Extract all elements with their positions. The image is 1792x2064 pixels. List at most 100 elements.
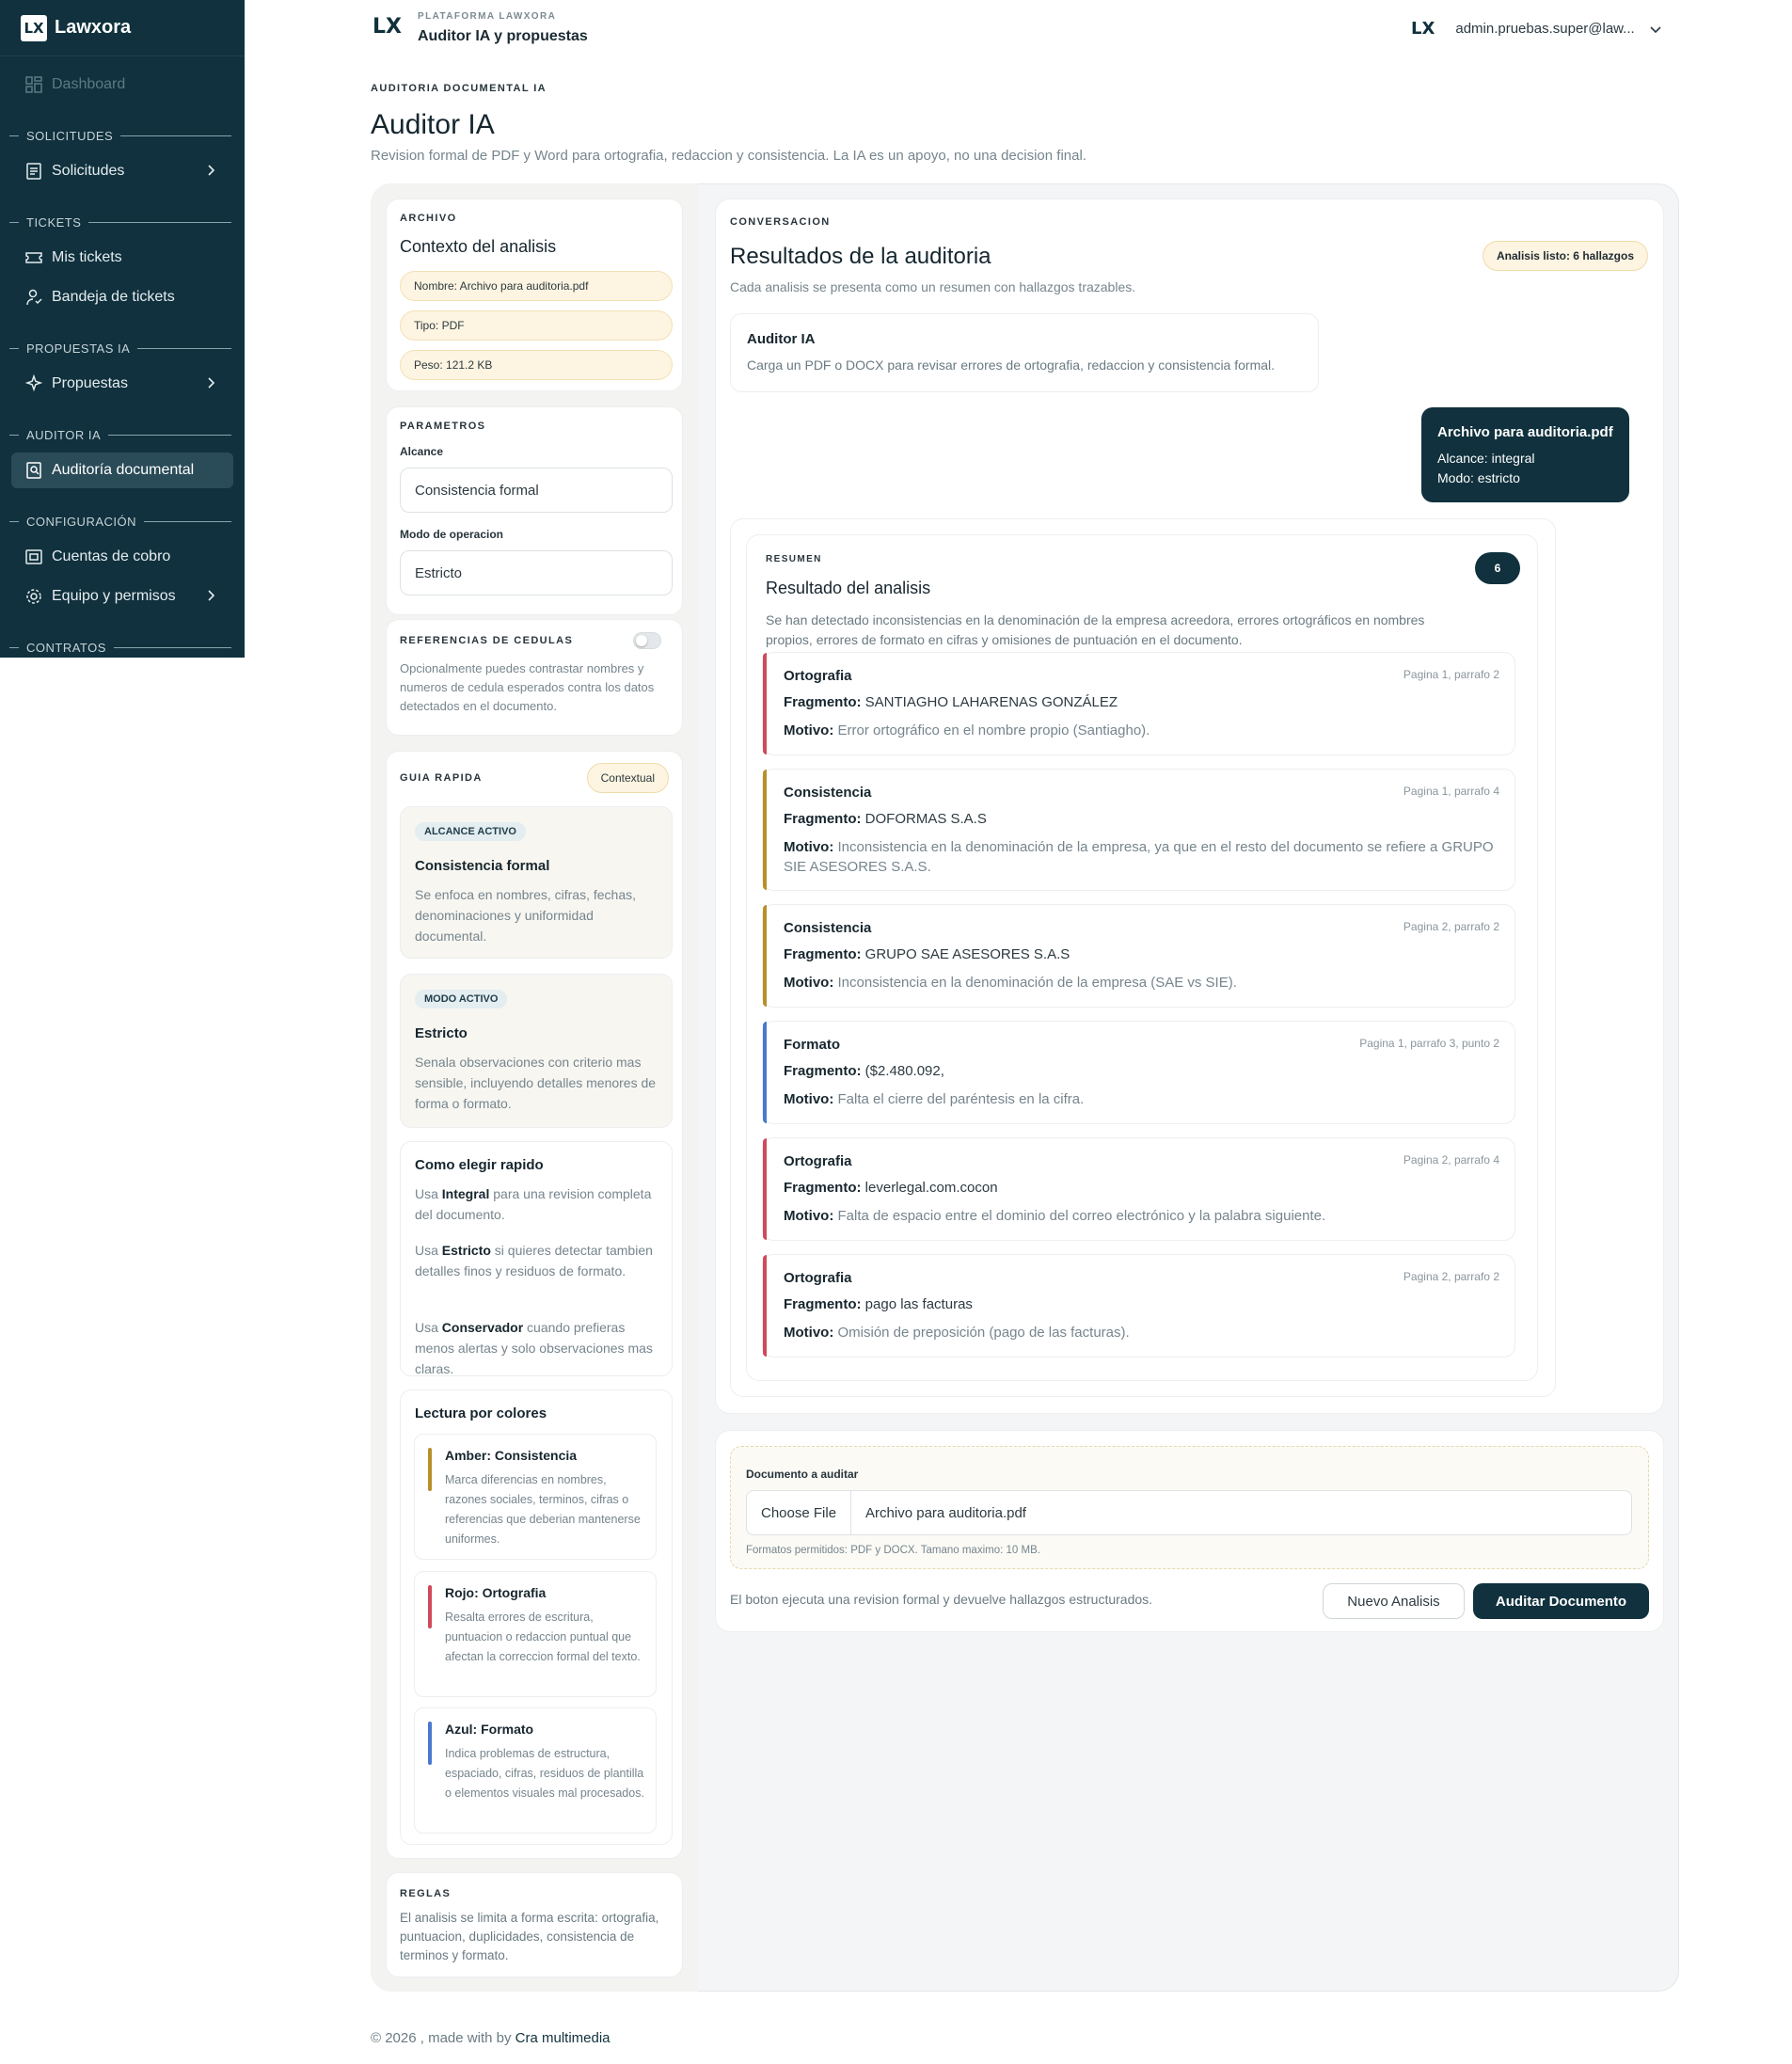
chevron-right-icon — [208, 165, 215, 176]
modo-activo-text: Senala observaciones con criterio mas se… — [415, 1055, 657, 1111]
azul-text: Indica problemas de estructura, espaciad… — [445, 1747, 644, 1800]
finding-card: Consistencia Pagina 2, parrafo 2 Fragmento… — [762, 904, 1515, 1008]
choose-file-button[interactable]: Choose File — [747, 1491, 852, 1534]
user-menu[interactable]: LX admin.pruebas.super@law... — [1411, 19, 1663, 39]
upload-dropzone[interactable]: Documento a auditar Choose File Archivo … — [730, 1446, 1649, 1569]
sidebar-item-label: Propuestas — [52, 375, 128, 391]
sidebar-item-mis-tickets[interactable]: Mis tickets — [11, 240, 233, 276]
finding-reason: Motivo: Inconsistencia en la denominació… — [784, 839, 1494, 875]
user-message: Archivo para auditoria.pdf Alcance: inte… — [1421, 407, 1629, 502]
chevron-down-icon — [1650, 25, 1661, 33]
alcance-select[interactable]: Consistencia formal — [400, 468, 673, 513]
resumen-card: RESUMEN Resultado del analisis 6 Se han … — [746, 534, 1538, 1381]
user-alcance: Alcance: integral — [1437, 451, 1535, 466]
sidebar-item-label: Solicitudes — [52, 163, 125, 179]
finding-color-bar — [763, 1255, 767, 1357]
user-email: admin.pruebas.super@law... — [1455, 21, 1635, 37]
document-search-icon — [26, 462, 41, 479]
finding-fragment: Fragmento: DOFORMAS S.A.S — [784, 811, 987, 827]
sidebar-item-propuestas[interactable]: Propuestas — [11, 366, 233, 402]
brand-logo-icon: LX — [21, 14, 47, 41]
reglas-card: REGLAS El analisis se limita a forma esc… — [386, 1872, 683, 1977]
sparkle-icon — [24, 374, 43, 392]
bot-name: Auditor IA — [747, 331, 816, 347]
finding-color-bar — [763, 905, 767, 1007]
sidebar-item-cuentas[interactable]: Cuentas de cobro — [11, 539, 233, 575]
como-elegir-title: Como elegir rapido — [415, 1157, 544, 1173]
finding-card: Consistencia Pagina 1, parrafo 4 Fragmento… — [762, 769, 1515, 891]
dashboard-icon — [25, 76, 42, 93]
modo-activo-card: MODO ACTIVO Estricto Senala observacione… — [400, 974, 673, 1128]
sidebar-item-label: Cuentas de cobro — [52, 548, 171, 564]
sidebar-item-auditoria[interactable]: Auditoría documental — [11, 452, 233, 488]
resumen-wrapper: RESUMEN Resultado del analisis 6 Se han … — [730, 518, 1556, 1397]
color-card-rojo: Rojo: Ortografia Resalta errores de escr… — [414, 1571, 657, 1697]
file-name-chip: Nombre: Archivo para auditoria.pdf — [400, 271, 673, 301]
guia-kicker: GUIA RAPIDA — [400, 772, 483, 784]
lectura-colores-card: Lectura por colores Amber: Consistencia … — [400, 1389, 673, 1845]
finding-page: Pagina 2, parrafo 2 — [1403, 1270, 1499, 1283]
amber-text: Marca diferencias en nombres, razones so… — [445, 1473, 641, 1546]
modo-select[interactable]: Estricto — [400, 550, 673, 595]
footer-link[interactable]: Cra multimedia — [515, 2030, 611, 2046]
app-logo-icon: LX — [373, 15, 402, 39]
sidebar-item-dashboard[interactable]: Dashboard — [11, 67, 233, 103]
upload-card: Documento a auditar Choose File Archivo … — [715, 1430, 1664, 1632]
sidebar-item-solicitudes[interactable]: Solicitudes — [11, 153, 233, 189]
finding-card: Ortografia Pagina 2, parrafo 2 Fragmento: … — [762, 1254, 1515, 1357]
sidebar-item-bandeja[interactable]: Bandeja de tickets — [11, 279, 233, 315]
modo-activo-title: Estricto — [415, 1025, 468, 1041]
finding-page: Pagina 1, parrafo 2 — [1403, 668, 1499, 681]
file-input[interactable]: Choose File Archivo para auditoria.pdf — [746, 1490, 1632, 1535]
sidebar-item-label: Auditoría documental — [52, 462, 195, 478]
section-contratos: CONTRATOS — [9, 641, 231, 655]
amber-title: Amber: Consistencia — [445, 1448, 578, 1463]
brand-name: Lawxora — [55, 17, 132, 38]
finding-card: Ortografia Pagina 1, parrafo 2 Fragmento: … — [762, 652, 1515, 755]
sidebar-item-label: Dashboard — [52, 76, 126, 92]
header-kicker: PLATAFORMA LAWXORA — [418, 11, 557, 22]
sidebar-item-equipo[interactable]: Equipo y permisos — [11, 579, 233, 614]
archivo-kicker: ARCHIVO — [400, 213, 457, 224]
finding-reason: Motivo: Omisión de preposición (pago de … — [784, 1325, 1130, 1341]
gear-icon — [26, 589, 41, 604]
color-card-amber: Amber: Consistencia Marca diferencias en… — [414, 1434, 657, 1560]
finding-page: Pagina 1, parrafo 3, punto 2 — [1359, 1037, 1499, 1050]
finding-type: Ortografia — [784, 1153, 852, 1169]
conversacion-subtitle: Cada analisis se presenta como un resume… — [730, 279, 1136, 294]
modo-label: Modo de operacion — [400, 528, 504, 541]
sidebar-item-label: Bandeja de tickets — [52, 289, 175, 305]
rojo-text: Resalta errores de escritura, puntuacion… — [445, 1611, 641, 1663]
modo-activo-badge: MODO ACTIVO — [415, 990, 508, 1008]
toggle-knob — [636, 635, 647, 646]
finding-fragment: Fragmento: GRUPO SAE ASESORES S.A.S — [784, 946, 1070, 962]
finding-color-bar — [763, 770, 767, 890]
alcance-label: Alcance — [400, 445, 444, 458]
sidebar-item-label: Equipo y permisos — [52, 588, 176, 604]
finding-type: Ortografia — [784, 668, 852, 684]
referencias-text: Opcionalmente puedes contrastar nombres … — [400, 661, 655, 713]
upload-label: Documento a auditar — [746, 1468, 859, 1481]
nuevo-analisis-button[interactable]: Nuevo Analisis — [1323, 1583, 1465, 1619]
header-title: Auditor IA y propuestas — [418, 28, 588, 44]
como-elegir-card: Como elegir rapido Usa Integral para una… — [400, 1141, 673, 1376]
conversacion-kicker: CONVERSACION — [730, 216, 831, 228]
finding-reason: Motivo: Error ortográfico en el nombre p… — [784, 722, 1150, 738]
user-modo: Modo: estricto — [1437, 470, 1520, 485]
referencias-kicker: REFERENCIAS DE CEDULAS — [400, 635, 574, 646]
referencias-toggle[interactable] — [633, 632, 661, 649]
lectura-colores-title: Lectura por colores — [415, 1405, 547, 1421]
footer: © 2026 , made with by Cra multimedia — [371, 2030, 611, 2046]
file-size-chip: Peso: 121.2 KB — [400, 350, 673, 380]
status-badge: Analisis listo: 6 hallazgos — [1482, 241, 1648, 271]
archivo-card: ARCHIVO Contexto del analisis Nombre: Ar… — [386, 198, 683, 391]
document-icon — [26, 163, 41, 180]
auditar-button[interactable]: Auditar Documento — [1473, 1583, 1649, 1619]
upload-hint: Formatos permitidos: PDF y DOCX. Tamano … — [746, 1545, 1040, 1556]
finding-type: Consistencia — [784, 785, 872, 801]
finding-card: Formato Pagina 1, parrafo 3, punto 2 Fragm… — [762, 1021, 1515, 1124]
file-name: Archivo para auditoria.pdf — [865, 1504, 1026, 1521]
brand[interactable]: LX Lawxora — [0, 0, 245, 56]
elegir-integral: Usa Integral para una revision completa … — [415, 1186, 652, 1222]
invoice-icon — [25, 549, 42, 564]
